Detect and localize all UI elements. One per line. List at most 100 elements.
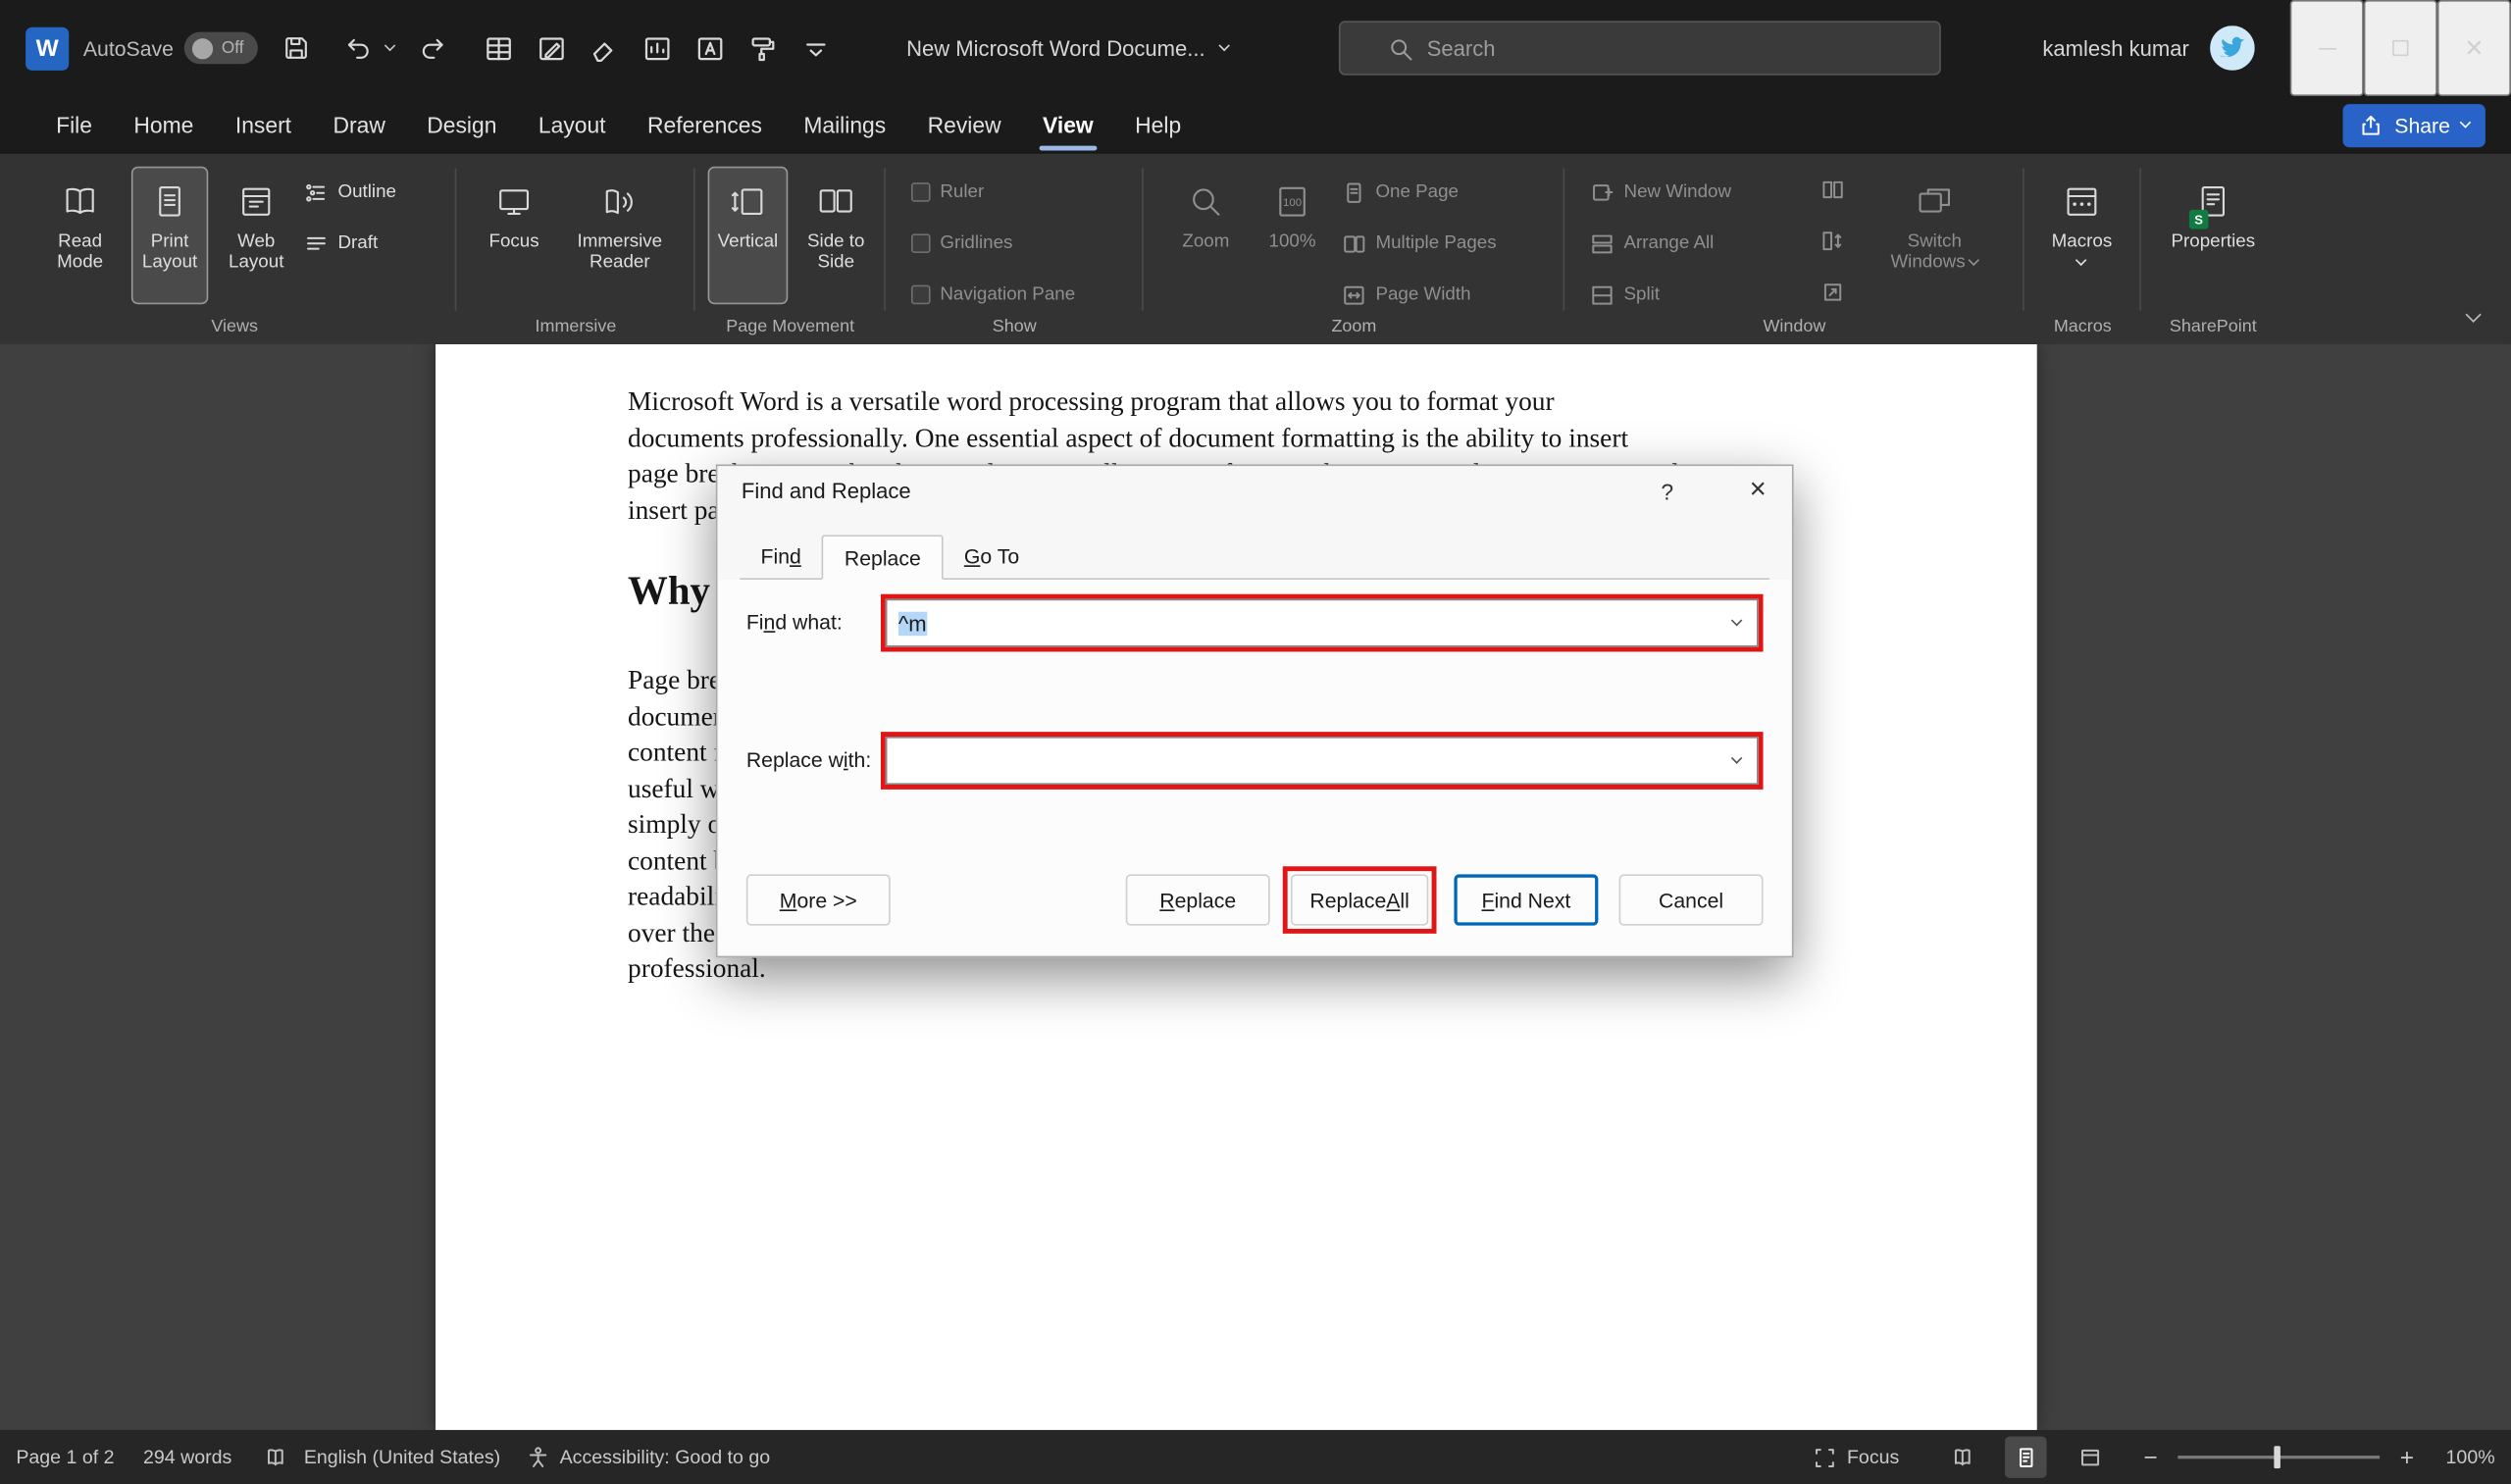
customize-quick-access-icon[interactable] [801, 32, 832, 63]
tab-mailings[interactable]: Mailings [783, 96, 906, 154]
dialog-title[interactable]: Find and Replace [742, 479, 911, 502]
side-to-side-button[interactable]: Side to Side [794, 167, 878, 304]
ribbon: Read Mode Print Layout Web Layout Outlin… [0, 154, 2511, 344]
tab-draw[interactable]: Draw [312, 96, 406, 154]
zoom-slider-thumb[interactable] [2274, 1446, 2280, 1468]
find-what-dropdown-button[interactable] [1717, 602, 1755, 643]
tab-insert[interactable]: Insert [215, 96, 313, 154]
share-label: Share [2394, 114, 2450, 137]
table-icon[interactable] [485, 32, 515, 63]
undo-dropdown-chevron-icon[interactable] [384, 39, 396, 51]
zoom-button: Zoom [1166, 167, 1247, 304]
dialog-help-button[interactable]: ? [1661, 479, 1673, 504]
web-layout-button[interactable]: Web Layout [218, 167, 294, 304]
immersive-reader-button[interactable]: Immersive Reader [556, 167, 685, 304]
view-side-by-side-button [1820, 170, 1844, 208]
accessibility-status[interactable]: Accessibility: Good to go [560, 1446, 771, 1468]
draft-button[interactable]: Draft [304, 225, 378, 263]
find-what-input[interactable]: ^m [886, 599, 1759, 647]
zoom-out-button[interactable]: − [2139, 1444, 2162, 1471]
dialog-tab-goto[interactable]: Go To [944, 535, 1041, 578]
language-indicator[interactable]: English (United States) [304, 1446, 500, 1468]
undo-button[interactable] [335, 24, 384, 72]
dialog-tab-find[interactable]: Find [740, 535, 822, 578]
draw-table-icon[interactable] [538, 32, 568, 63]
arrange-all-button: Arrange All [1590, 225, 1714, 263]
print-layout-button[interactable]: Print Layout [131, 167, 208, 304]
zoom-slider[interactable] [2178, 1456, 2380, 1458]
page-indicator[interactable]: Page 1 of 2 [16, 1446, 114, 1468]
redo-button[interactable] [409, 24, 457, 72]
styles-icon[interactable] [695, 32, 726, 63]
search-input[interactable]: Search [1339, 21, 1941, 76]
tab-home[interactable]: Home [113, 96, 214, 154]
replace-with-dropdown-button[interactable] [1717, 740, 1755, 781]
gridlines-checkbox-box [911, 233, 931, 253]
tab-layout[interactable]: Layout [518, 96, 627, 154]
replace-with-input[interactable] [886, 737, 1759, 785]
tab-view[interactable]: View [1022, 96, 1114, 154]
eraser-icon[interactable] [589, 32, 620, 63]
outline-button[interactable]: Outline [304, 173, 396, 211]
chart-icon[interactable] [642, 32, 673, 63]
print-layout-view-button[interactable] [2005, 1436, 2046, 1477]
find-what-label: Find what: [746, 610, 843, 634]
accessibility-icon [526, 1445, 549, 1468]
search-placeholder: Search [1427, 36, 1496, 60]
proofing-button[interactable] [264, 1445, 287, 1468]
document-title[interactable]: New Microsoft Word Docume... [906, 0, 1227, 96]
quick-access-toolbar [485, 32, 832, 63]
autosave-toggle[interactable]: Off [184, 32, 258, 65]
read-mode-button[interactable]: Read Mode [38, 167, 122, 304]
focus-mode-button[interactable]: Focus [1814, 1445, 1900, 1468]
close-button[interactable]: × [2437, 0, 2511, 96]
more-button[interactable]: More >> [746, 874, 891, 925]
replace-with-annotation [881, 732, 1764, 790]
save-button[interactable] [273, 24, 321, 72]
vertical-button[interactable]: Vertical [708, 167, 789, 304]
web-layout-view-icon [2077, 1445, 2101, 1468]
focus-button[interactable]: Focus [476, 167, 552, 304]
read-mode-icon [61, 182, 99, 221]
properties-button[interactable]: S Properties [2151, 167, 2276, 304]
search-icon [1389, 36, 1412, 60]
group-macros: Macros Macros [2024, 154, 2141, 344]
zoom-in-button[interactable]: + [2395, 1444, 2418, 1471]
share-button[interactable]: Share [2343, 104, 2485, 147]
word-logo-letter: W [36, 34, 59, 62]
dialog-close-button[interactable]: × [1750, 473, 1767, 506]
macros-button[interactable]: Macros [2030, 167, 2132, 304]
tab-file[interactable]: File [35, 96, 113, 154]
read-mode-view-button[interactable] [1941, 1436, 1982, 1477]
web-layout-view-button[interactable] [2069, 1436, 2110, 1477]
zoom-percentage[interactable]: 100% [2437, 1446, 2495, 1468]
draft-icon [304, 231, 328, 255]
cancel-button[interactable]: Cancel [1619, 874, 1764, 925]
title-bar: W AutoSave Off [0, 0, 2511, 96]
accessibility-button[interactable] [526, 1445, 549, 1468]
tab-references[interactable]: References [627, 96, 783, 154]
dialog-tab-replace[interactable]: Replace [822, 535, 944, 580]
tab-help[interactable]: Help [1114, 96, 1202, 154]
find-replace-dialog: Find and Replace ? × Find Replace Go To … [716, 464, 1794, 957]
tab-review[interactable]: Review [906, 96, 1021, 154]
autosave-control[interactable]: AutoSave Off [83, 32, 259, 65]
user-account[interactable]: kamlesh kumar [2042, 36, 2188, 60]
split-icon [1590, 282, 1614, 306]
collapse-ribbon-button[interactable] [2468, 304, 2479, 328]
maximize-button[interactable] [2364, 0, 2437, 96]
word-count[interactable]: 294 words [143, 1446, 231, 1468]
word-logo-icon: W [26, 26, 69, 70]
replace-all-button[interactable]: Replace All [1291, 874, 1428, 925]
avatar[interactable] [2210, 26, 2255, 71]
switch-windows-chevron-icon [1969, 255, 1980, 267]
format-painter-icon[interactable] [748, 32, 779, 63]
find-next-button[interactable]: Find Next [1454, 874, 1598, 925]
navigation-pane-checkbox: Navigation Pane [911, 276, 1075, 314]
reset-position-icon [1820, 280, 1844, 303]
minimize-icon [2318, 47, 2335, 49]
outline-icon [304, 180, 328, 204]
minimize-button[interactable] [2290, 0, 2364, 96]
tab-design[interactable]: Design [406, 96, 518, 154]
replace-button[interactable]: Replace [1126, 874, 1270, 925]
